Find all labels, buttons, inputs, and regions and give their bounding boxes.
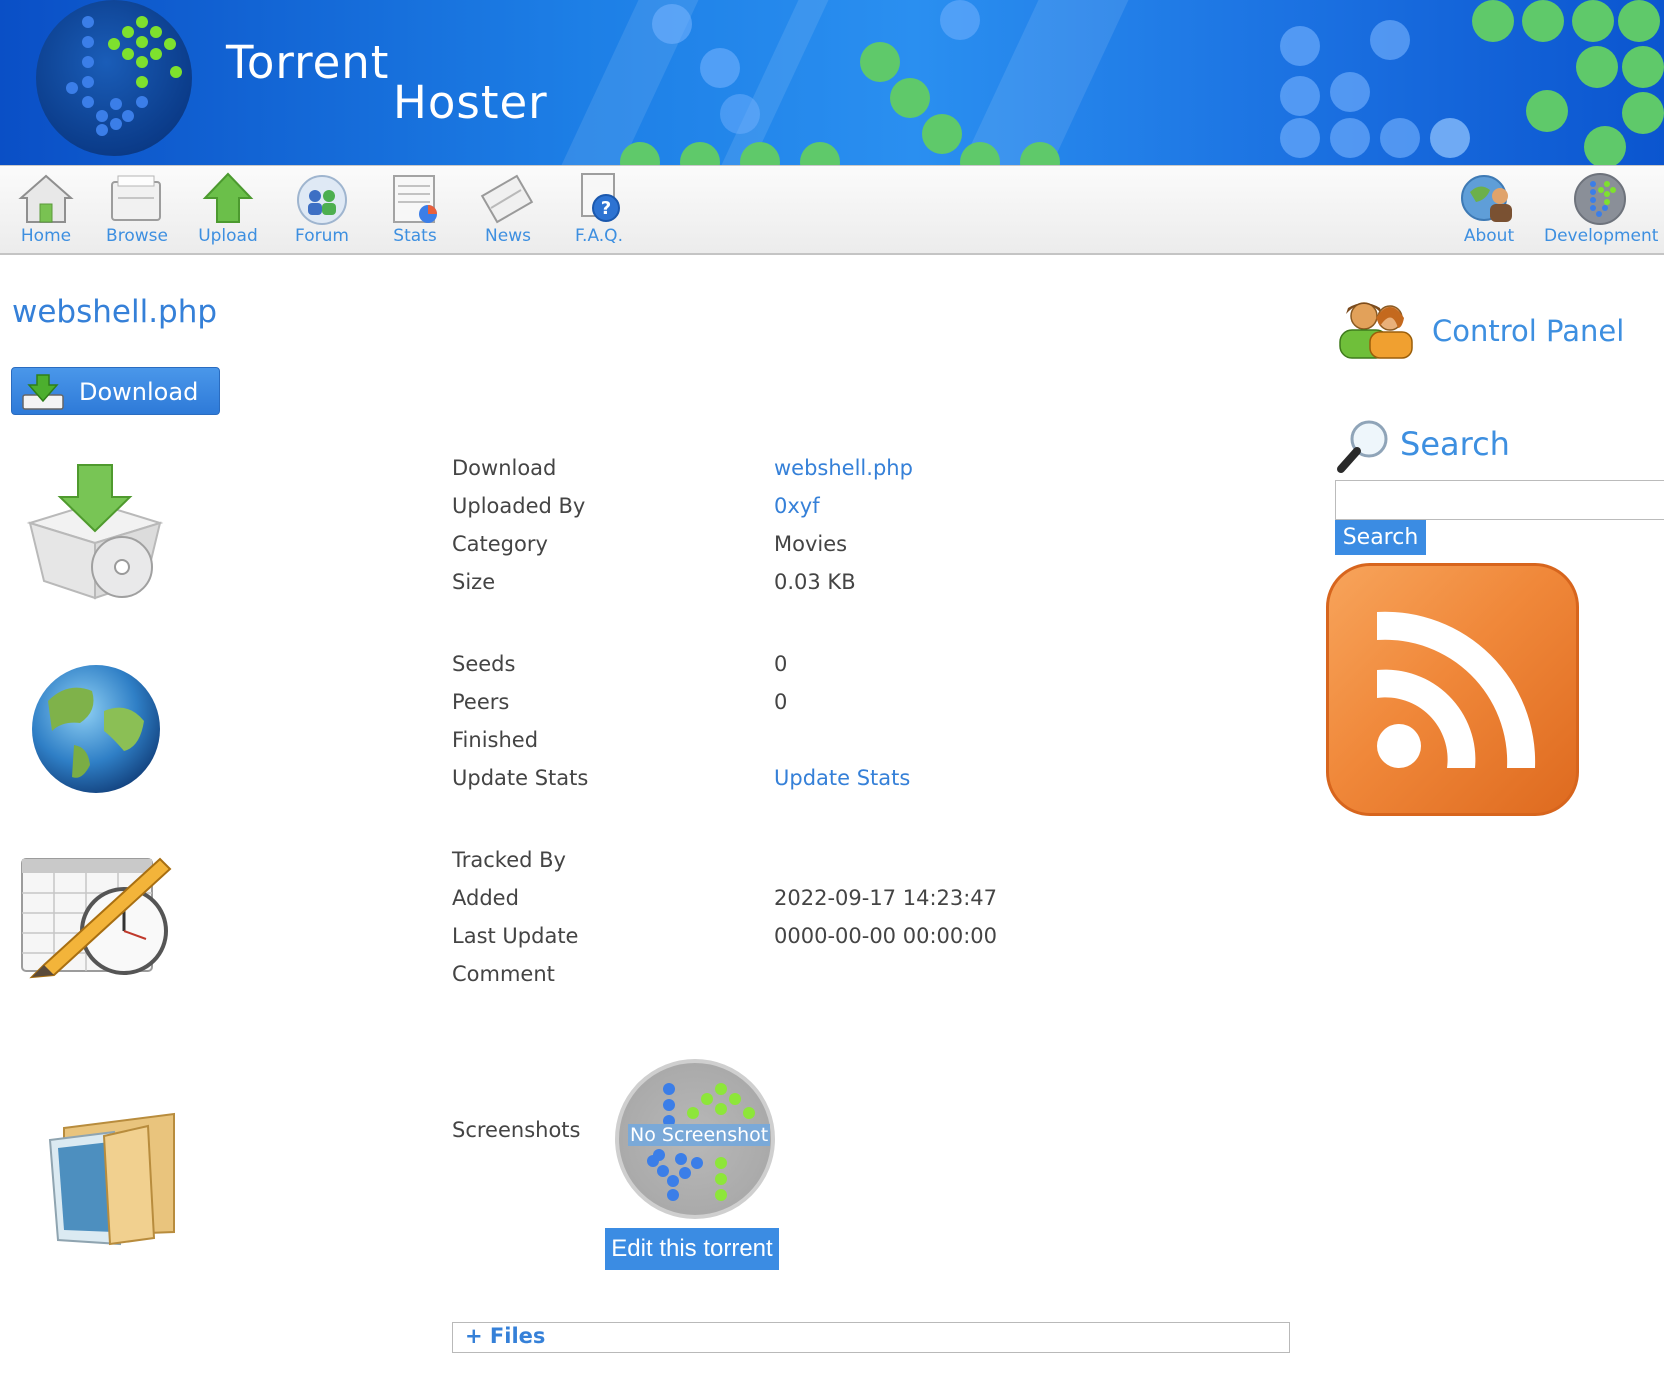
peers-value: 0: [774, 690, 788, 714]
banner-dot: [1618, 0, 1660, 42]
banner-dot: [652, 4, 692, 44]
banner-dot: [1280, 76, 1320, 116]
banner-dot: [1330, 118, 1370, 158]
nav-forum[interactable]: Forum: [276, 166, 368, 253]
comment-label: Comment: [452, 962, 555, 986]
browse-icon: [111, 175, 161, 221]
nav-about[interactable]: About: [1443, 166, 1535, 253]
logo-arrow-icon: [66, 16, 182, 136]
size-label: Size: [452, 570, 496, 594]
banner-dot: [1280, 26, 1320, 66]
banner-dot: [1430, 118, 1470, 158]
banner-dot: [940, 0, 980, 40]
nav-browse[interactable]: Browse: [91, 166, 183, 253]
download-icon: [22, 374, 64, 410]
banner-dot: [922, 114, 962, 154]
edit-torrent-button[interactable]: Edit this torrent: [605, 1228, 779, 1270]
banner-title-line2: Hoster: [393, 76, 548, 129]
added-label: Added: [452, 886, 519, 910]
forum-icon: [297, 175, 347, 225]
update-stats-label: Update Stats: [452, 766, 589, 790]
banner-dot: [1622, 92, 1664, 134]
update-stats-link[interactable]: Update Stats: [774, 766, 910, 790]
size-value: 0.03 KB: [774, 570, 856, 594]
banner-dot: [700, 48, 740, 88]
home-icon: [18, 174, 74, 223]
screenshots-label: Screenshots: [452, 1118, 581, 1142]
nav-news[interactable]: News: [462, 166, 554, 253]
download-button[interactable]: Download: [11, 367, 220, 415]
main-navigation: Home Browse Upload Forum Stats News ? F.…: [0, 165, 1664, 255]
banner-dot: [1526, 90, 1568, 132]
torrent-title-link[interactable]: webshell.php: [12, 294, 217, 330]
nav-faq-label: F.A.Q.: [575, 226, 623, 246]
finished-label: Finished: [452, 728, 539, 752]
banner-dot: [1572, 0, 1614, 42]
magnifier-icon: [1337, 420, 1388, 473]
search-input[interactable]: [1335, 480, 1664, 520]
category-value: Movies: [774, 532, 848, 556]
banner-dot: [1370, 20, 1410, 60]
development-icon: [1574, 173, 1626, 225]
no-screenshot-label: No Screenshot: [628, 1124, 771, 1146]
calendar-clock-icon: [21, 857, 172, 979]
site-banner: Torrent Hoster: [0, 0, 1664, 165]
banner-dot: [1576, 46, 1618, 88]
nav-development[interactable]: Development: [1544, 166, 1658, 253]
search-heading: Search: [1400, 425, 1510, 463]
files-toggle-link[interactable]: + Files: [465, 1324, 545, 1348]
last-update-value: 0000-00-00 00:00:00: [774, 924, 998, 948]
banner-dot: [720, 94, 760, 134]
users-icon: [1339, 302, 1413, 359]
package-download-icon: [26, 464, 164, 600]
nav-about-label: About: [1463, 226, 1515, 246]
banner-dot: [1622, 46, 1664, 88]
rss-icon: [1377, 611, 1536, 768]
banner-dot: [890, 78, 930, 118]
banner-dot: [860, 42, 900, 82]
folder-images-icon: [48, 1112, 175, 1246]
last-update-label: Last Update: [452, 924, 579, 948]
nav-faq[interactable]: ? F.A.Q.: [553, 166, 645, 253]
download-button-label: Download: [79, 378, 199, 406]
banner-dot: [800, 142, 840, 165]
search-button[interactable]: Search: [1335, 520, 1426, 555]
banner-title-line1: Torrent: [226, 36, 390, 89]
uploaded-by-label: Uploaded By: [452, 494, 586, 518]
site-logo[interactable]: [36, 0, 192, 156]
peers-label: Peers: [452, 690, 510, 714]
stats-icon: [393, 175, 437, 223]
added-value: 2022-09-17 14:23:47: [774, 886, 998, 910]
tracked-by-label: Tracked By: [452, 848, 566, 872]
nav-stats[interactable]: Stats: [369, 166, 461, 253]
category-label: Category: [452, 532, 548, 556]
about-icon: [1461, 175, 1512, 222]
download-link[interactable]: webshell.php: [774, 456, 913, 480]
banner-dot: [1522, 0, 1564, 42]
control-panel-link[interactable]: Control Panel: [1432, 314, 1624, 348]
banner-streak: [721, 0, 829, 165]
upload-icon: [202, 172, 254, 223]
download-label: Download: [452, 456, 557, 480]
banner-dot: [1472, 0, 1514, 42]
nav-home[interactable]: Home: [0, 166, 92, 253]
banner-dot: [1330, 72, 1370, 112]
nav-development-label: Development: [1544, 226, 1659, 246]
banner-streak: [961, 0, 1129, 165]
banner-dot: [1280, 118, 1320, 158]
svg-text:?: ?: [601, 198, 611, 219]
banner-dot: [1380, 118, 1420, 158]
banner-dot: [680, 142, 720, 165]
uploader-link[interactable]: 0xyf: [774, 494, 820, 518]
nav-upload[interactable]: Upload: [182, 166, 274, 253]
seeds-value: 0: [774, 652, 788, 676]
rss-feed-link[interactable]: [1326, 563, 1579, 816]
news-icon: [480, 174, 534, 224]
globe-icon: [32, 665, 160, 793]
files-panel: + Files: [452, 1322, 1290, 1353]
faq-icon: ?: [581, 173, 620, 222]
banner-dot: [1584, 126, 1626, 165]
seeds-label: Seeds: [452, 652, 516, 676]
